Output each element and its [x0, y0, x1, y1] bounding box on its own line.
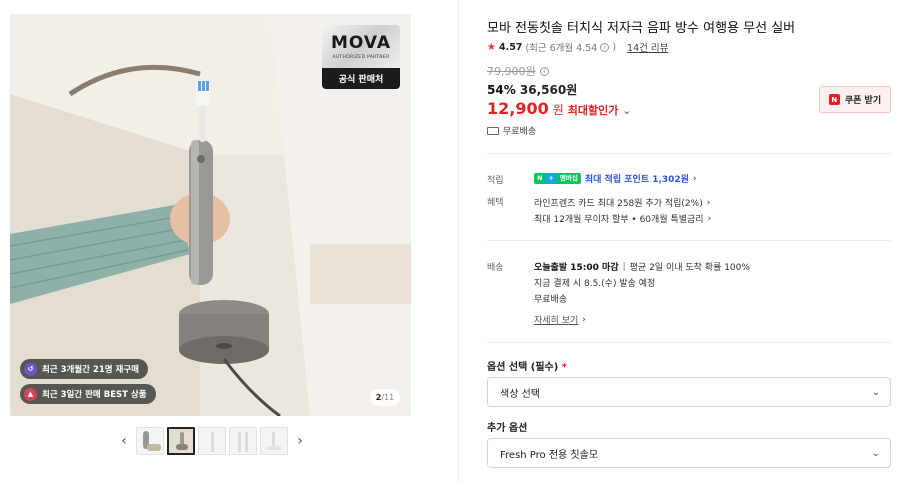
coupon-button[interactable]: N 쿠폰 받기 — [819, 86, 891, 113]
official-seller-badge: 공식 판매처 — [322, 68, 400, 89]
max-discount-label: 최대할인가 — [567, 104, 619, 117]
brand-logo-text: MOVA — [330, 33, 392, 53]
prev-thumb-arrow[interactable]: ‹ — [115, 427, 133, 455]
rating-recent: (최근 6개월 4.54 — [525, 43, 598, 54]
thumbnail-4[interactable] — [229, 427, 257, 455]
required-mark: * — [561, 362, 568, 373]
repurchase-badge: ↺ 최근 3개월간 21명 재구매 — [20, 359, 149, 379]
star-icon: ★ — [487, 41, 496, 53]
free-shipping-row: 무료배송 — [487, 124, 536, 137]
repurchase-text: 최근 3개월간 21명 재구매 — [42, 365, 140, 375]
chevron-down-icon: ⌄ — [622, 104, 632, 117]
npay-plus: + — [545, 173, 557, 184]
thumbnail-5[interactable] — [260, 427, 288, 455]
delivery-free: 무료배송 — [534, 295, 568, 305]
coupon-icon: N — [828, 94, 840, 105]
details-link-text: 자세히 보기 — [534, 316, 579, 326]
divider-3 — [487, 342, 891, 343]
chevron-right-icon: › — [692, 173, 697, 184]
best-seller-badge: ▲ 최근 3일간 판매 BEST 상품 — [20, 384, 156, 404]
original-price: 79,900원 — [487, 65, 536, 78]
installment-row[interactable]: 최대 12개월 무이자 할부 • 60개월 특별금리 › — [534, 212, 712, 226]
discount-rate: 54% — [487, 83, 516, 97]
max-discount-toggle[interactable]: 최대할인가 ⌄ — [568, 102, 632, 118]
thumbnail-3[interactable] — [198, 427, 226, 455]
final-price-unit: 원 — [552, 103, 564, 117]
today-ship-row: 오늘출발 15:00 마감 | 평균 2일 이내 도착 확률 100% — [534, 260, 750, 274]
thumbnail-2[interactable] — [167, 427, 195, 455]
repurchase-icon: ↺ — [24, 362, 37, 376]
divider-1 — [487, 153, 891, 154]
price-info-icon[interactable]: i — [539, 66, 549, 76]
image-counter-total: /11 — [381, 393, 395, 402]
delivery-details-link[interactable]: 자세히 보기 › — [534, 313, 586, 327]
npay-membership-badge: N + 멤버십 — [534, 173, 581, 184]
extra-option-select[interactable]: Fresh Pro 전용 칫솔모 ⌄ — [487, 438, 891, 468]
original-price-row: 79,900원 i — [487, 63, 549, 79]
final-price: 12,900 — [487, 99, 549, 118]
card-benefit-text: 라인프렌즈 카드 최대 258원 추가 적립(2%) — [534, 199, 703, 209]
product-title: 모바 전동칫솔 터치식 저자극 음파 방수 여행용 무선 실버 — [487, 21, 796, 36]
thumbnail-1[interactable] — [136, 427, 164, 455]
truck-icon — [487, 126, 499, 135]
fire-icon: ▲ — [24, 387, 37, 401]
review-count-link[interactable]: 14건 리뷰 — [627, 40, 668, 54]
npay-membership: 멤버십 — [556, 173, 581, 184]
points-text: 최대 적립 포인트 1,302원 — [584, 175, 689, 185]
chevron-right-icon: › — [582, 314, 586, 325]
npay-n: N — [534, 173, 546, 184]
brand-sub-text: AUTHORIZED PARTNER — [332, 55, 390, 60]
benefit-label: 혜택 — [487, 198, 504, 208]
info-icon[interactable]: i — [600, 42, 610, 52]
mova-logo: MOVA AUTHORIZED PARTNER — [322, 25, 400, 68]
rating-row: ★ 4.57 (최근 6개월 4.54 i) 14건 리뷰 — [487, 40, 668, 55]
points-row[interactable]: N + 멤버십 최대 적립 포인트 1,302원 › — [534, 172, 697, 185]
arrival-probability: 평균 2일 이내 도착 확률 100% — [629, 263, 750, 273]
chevron-down-icon: ⌄ — [871, 447, 880, 459]
next-thumb-arrow[interactable]: › — [291, 427, 309, 455]
image-counter: 2 /11 — [370, 389, 400, 406]
coupon-button-label: 쿠폰 받기 — [844, 96, 882, 106]
thumbnail-strip: ‹ › — [115, 427, 309, 455]
rating-value: 4.57 — [498, 41, 523, 53]
divider-2 — [487, 240, 891, 241]
color-select-value: 색상 선택 — [500, 388, 540, 400]
card-benefit-row[interactable]: 라인프렌즈 카드 최대 258원 추가 적립(2%) › — [534, 196, 711, 210]
discount-row: 54% 36,560원 — [487, 81, 577, 98]
today-ship-deadline: 오늘출발 15:00 마감 — [534, 263, 619, 273]
discount-price: 36,560원 — [519, 83, 578, 97]
required-option-text: 옵션 선택 (필수) — [487, 362, 559, 373]
brand-badge: MOVA AUTHORIZED PARTNER 공식 판매처 — [322, 25, 400, 89]
separator: | — [622, 261, 626, 272]
column-divider — [458, 0, 459, 483]
chevron-down-icon: ⌄ — [871, 386, 880, 398]
delivery-label: 배송 — [487, 263, 504, 273]
best-seller-text: 최근 3일간 판매 BEST 상품 — [42, 390, 147, 400]
color-select[interactable]: 색상 선택 ⌄ — [487, 377, 891, 407]
extra-option-label: 추가 옵션 — [487, 423, 528, 434]
installment-text: 최대 12개월 무이자 할부 • 60개월 특별금리 — [534, 215, 704, 225]
chevron-right-icon: › — [707, 213, 712, 224]
ship-date: 지금 결제 시 8.5.(수) 발송 예정 — [534, 279, 656, 289]
extra-select-value: Fresh Pro 전용 칫솔모 — [500, 449, 599, 461]
free-shipping-text: 무료배송 — [503, 127, 537, 137]
rating-close-paren: ) — [612, 41, 617, 53]
product-gallery: MOVA AUTHORIZED PARTNER 공식 판매처 ↺ 최근 3개월간… — [0, 0, 460, 483]
points-label: 적립 — [487, 176, 504, 186]
final-price-row: 12,900 원 최대할인가 ⌄ — [487, 99, 631, 118]
chevron-right-icon: › — [706, 197, 711, 208]
required-option-label: 옵션 선택 (필수) * — [487, 358, 567, 373]
